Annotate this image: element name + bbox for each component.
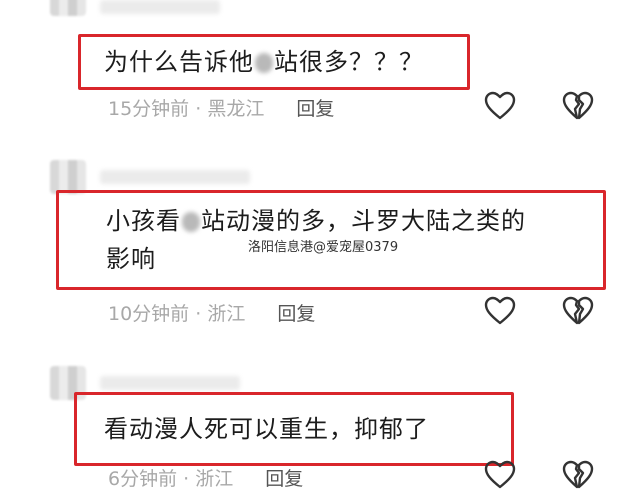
broken-heart-icon[interactable] — [562, 91, 594, 121]
comment-meta-2: 10分钟前 · 浙江 回复 — [108, 299, 315, 326]
heart-outline-icon[interactable] — [484, 460, 516, 490]
comment-time: 15分钟前 — [108, 98, 190, 120]
broken-heart-icon[interactable] — [562, 296, 594, 326]
username-blurred-2[interactable] — [100, 170, 250, 184]
broken-heart-icon[interactable] — [562, 460, 594, 490]
comment-time: 10分钟前 — [108, 303, 190, 325]
comment-text-3: 看动漫人死可以重生，抑郁了 — [104, 415, 429, 443]
reply-button[interactable]: 回复 — [296, 98, 334, 120]
comment-2-line-1: 小孩看 站动漫的多，斗罗大陆之类的 — [106, 202, 596, 240]
heart-outline-icon[interactable] — [484, 91, 516, 121]
comment-2-text-part-b: 站动漫的多，斗罗大陆之类的 — [201, 207, 526, 235]
comment-2-text-part-a: 小孩看 — [106, 207, 181, 235]
reply-button[interactable]: 回复 — [265, 468, 303, 490]
comment-location: 黑龙江 — [207, 98, 265, 120]
comment-meta-3: 6分钟前 · 浙江 回复 — [108, 464, 303, 491]
comment-location: 浙江 — [195, 468, 234, 490]
avatar-top[interactable] — [50, 0, 86, 16]
reply-button[interactable]: 回复 — [277, 303, 315, 325]
censor-blot — [255, 53, 273, 73]
meta-separator: · — [183, 468, 190, 490]
comment-meta-1: 15分钟前 · 黑龙江 回复 — [108, 94, 334, 121]
username-blurred-top[interactable] — [100, 0, 220, 14]
meta-separator: · — [195, 98, 202, 120]
watermark: 洛阳信息港@爱宠屋0379 — [248, 240, 399, 255]
heart-outline-icon[interactable] — [484, 296, 516, 326]
comment-text-1: 为什么告诉他 站很多？？？ — [104, 43, 424, 81]
comment-location: 浙江 — [207, 303, 246, 325]
comment-1-text-part-a: 为什么告诉他 — [104, 48, 254, 76]
censor-blot — [182, 212, 200, 232]
meta-separator: · — [195, 303, 202, 325]
comment-time: 6分钟前 — [108, 468, 178, 490]
comment-1-text-part-b: 站很多？？？ — [274, 48, 424, 76]
username-blurred-3[interactable] — [100, 376, 240, 390]
avatar-2[interactable] — [50, 160, 86, 194]
